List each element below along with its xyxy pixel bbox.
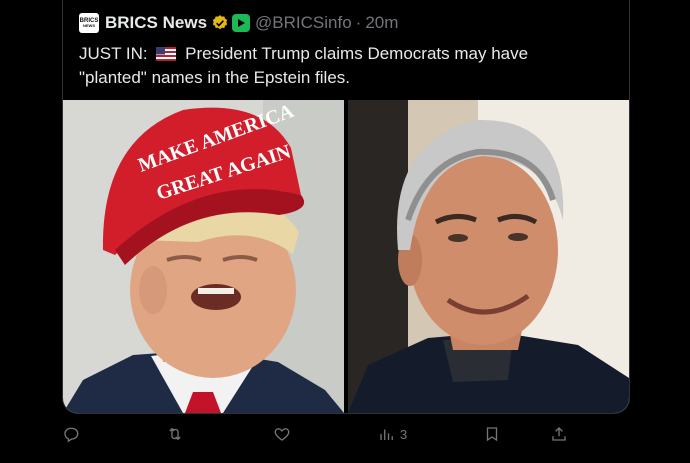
tweet-actions: 3 <box>62 420 582 448</box>
tweet-card[interactable]: BRICS NEWS BRICS News @BRICSinfo · 20m J… <box>62 0 630 414</box>
timestamp[interactable]: 20m <box>365 13 398 33</box>
trump-photo: MAKE AMERICA GREAT AGAIN <box>63 100 344 413</box>
views-icon <box>380 429 393 440</box>
retweet-button[interactable] <box>166 424 184 444</box>
avatar-subtext: NEWS <box>83 23 95 28</box>
share-icon <box>552 427 566 441</box>
bookmark-icon <box>486 427 498 442</box>
reply-button[interactable] <box>62 424 80 444</box>
handle[interactable]: @BRICSinfo <box>255 13 352 33</box>
photo-right[interactable] <box>348 100 629 413</box>
tweet-text-prefix: JUST IN: <box>79 44 148 63</box>
verified-badge-icon <box>212 15 228 30</box>
tweet-text: JUST IN: President Trump claims Democrat… <box>79 42 599 90</box>
display-name[interactable]: BRICS News <box>105 13 207 33</box>
us-flag-icon <box>156 47 177 61</box>
tweet-media[interactable]: MAKE AMERICA GREAT AGAIN <box>63 100 629 413</box>
views-button[interactable]: 3 <box>378 424 407 444</box>
affiliate-badge-icon[interactable] <box>232 14 251 32</box>
brics-news-avatar[interactable]: BRICS NEWS <box>79 13 99 33</box>
tweet-header: BRICS NEWS BRICS News @BRICSinfo · 20m <box>79 12 398 34</box>
epstein-photo <box>348 100 629 413</box>
views-count: 3 <box>400 426 408 442</box>
like-button[interactable] <box>273 424 291 444</box>
reply-icon <box>64 427 79 443</box>
share-button[interactable] <box>550 424 568 444</box>
retweet-icon <box>169 427 181 441</box>
heart-icon <box>274 428 290 441</box>
bookmark-button[interactable] <box>483 424 501 444</box>
photo-left[interactable]: MAKE AMERICA GREAT AGAIN <box>63 100 344 413</box>
time-separator: · <box>355 13 362 32</box>
